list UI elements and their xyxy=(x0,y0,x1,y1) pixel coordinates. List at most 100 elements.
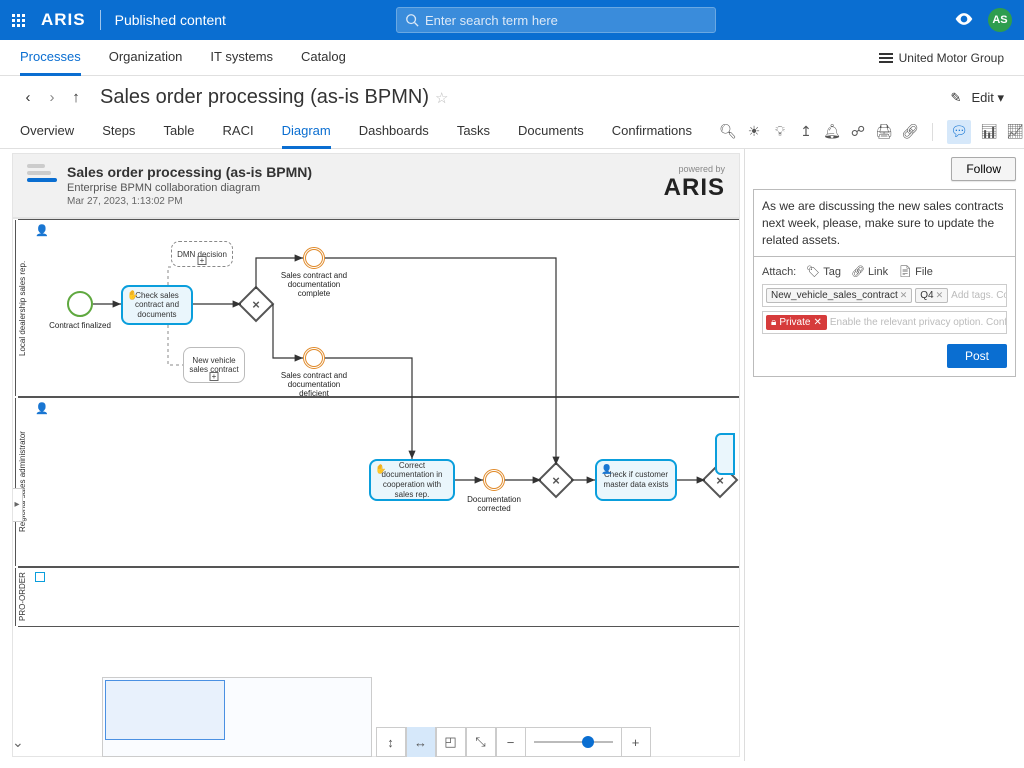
model-header: Sales order processing (as-is BPMN) Ente… xyxy=(12,153,740,218)
subtab-documents[interactable]: Documents xyxy=(518,115,584,149)
apps-icon[interactable] xyxy=(12,14,25,27)
divider xyxy=(100,10,101,30)
zoom-in-icon[interactable]: + xyxy=(621,727,651,757)
search-input[interactable] xyxy=(425,13,707,28)
avatar[interactable]: AS xyxy=(988,8,1012,32)
print-icon[interactable]: 🖨︎ xyxy=(876,124,892,140)
comments-panel: Follow As we are discussing the new sale… xyxy=(744,149,1024,761)
favorite-icon[interactable]: ☆ xyxy=(435,89,448,107)
overview-viewport[interactable] xyxy=(105,680,225,740)
tag-chip[interactable]: New_vehicle_sales_contract✕ xyxy=(766,288,912,303)
upload-icon[interactable]: ↥ xyxy=(798,124,814,140)
attach-label: Attach: xyxy=(762,266,796,278)
subtab-overview[interactable]: Overview xyxy=(20,115,74,149)
event-complete-label: Sales contract and documentation complet… xyxy=(277,271,351,299)
tag-input-row[interactable]: New_vehicle_sales_contract✕ Q4✕ Add tags… xyxy=(762,284,1007,307)
zoom-slider[interactable] xyxy=(526,741,621,743)
manual-icon: ✋ xyxy=(375,464,386,475)
tab-it-systems[interactable]: IT systems xyxy=(210,40,273,76)
subtab-table[interactable]: Table xyxy=(163,115,194,149)
remove-tag-icon[interactable]: ✕ xyxy=(900,290,908,301)
subtab-confirmations[interactable]: Confirmations xyxy=(612,115,692,149)
event-corrected[interactable] xyxy=(483,469,505,491)
attach-file[interactable]: 📄︎ File xyxy=(898,265,933,278)
zoom-fit-height-icon[interactable]: ↕ xyxy=(376,727,406,757)
model-overview[interactable] xyxy=(102,677,372,757)
subtab-steps[interactable]: Steps xyxy=(102,115,135,149)
person-icon: 👤 xyxy=(35,224,49,237)
share-icon[interactable]: 🔗︎ xyxy=(902,124,918,140)
zoom-original-icon[interactable]: ⤡ xyxy=(466,727,496,757)
event-deficient[interactable] xyxy=(303,347,325,369)
start-event[interactable] xyxy=(67,291,93,317)
zoom-fit-width-icon[interactable]: ↔ xyxy=(406,727,436,757)
database-label: United Motor Group xyxy=(899,51,1004,65)
find-icon[interactable]: 🔍︎ xyxy=(720,124,736,140)
comments-panel-icon[interactable]: 💬︎ xyxy=(947,120,971,144)
remove-privacy-icon[interactable]: ✕ xyxy=(813,317,821,328)
comment-textarea[interactable]: As we are discussing the new sales contr… xyxy=(753,189,1016,257)
privacy-input-row[interactable]: 🔒︎ Private ✕ Enable the relevant privacy… xyxy=(762,311,1007,334)
zoom-fit-icon[interactable]: ◰ xyxy=(436,727,466,757)
page-title: Sales order processing (as-is BPMN) xyxy=(100,86,429,109)
database-icon xyxy=(879,53,893,63)
zoom-out-icon[interactable]: − xyxy=(496,727,526,757)
nav-back-icon[interactable]: ‹ xyxy=(20,89,36,106)
model-type: Enterprise BPMN collaboration diagram xyxy=(67,182,312,194)
post-button[interactable]: Post xyxy=(947,344,1007,368)
task-correct-doc[interactable]: ✋Correct documentation in cooperation wi… xyxy=(369,459,455,501)
tab-organization[interactable]: Organization xyxy=(109,40,183,76)
event-corrected-label: Documentation corrected xyxy=(461,495,527,513)
privacy-chip[interactable]: 🔒︎ Private ✕ xyxy=(766,315,827,330)
lane-3-label: PRO-ORDER xyxy=(15,568,29,626)
database-selector[interactable]: United Motor Group xyxy=(879,51,1004,65)
powered-by-label: powered by xyxy=(664,164,725,174)
context-label[interactable]: Published content xyxy=(115,12,226,28)
follow-button[interactable]: Follow xyxy=(951,157,1016,181)
bell-icon[interactable]: 🔔︎ xyxy=(824,124,840,140)
tag-placeholder: Add tags. Confirm xyxy=(951,290,1007,301)
remove-tag-icon[interactable]: ✕ xyxy=(936,290,944,301)
powered-by-brand: ARIS xyxy=(664,174,725,202)
primary-nav: Processes Organization IT systems Catalo… xyxy=(0,40,1024,76)
collapse-overview-icon[interactable]: ⌄ xyxy=(12,734,24,751)
privacy-placeholder: Enable the relevant privacy option. Conf… xyxy=(830,317,1007,328)
subtab-dashboards[interactable]: Dashboards xyxy=(359,115,429,149)
brand-logo: ARIS xyxy=(41,10,86,30)
subprocess-dmn[interactable]: DMN decision+ xyxy=(171,241,233,267)
event-deficient-label: Sales contract and documentation deficie… xyxy=(277,371,351,399)
tab-catalog[interactable]: Catalog xyxy=(301,40,346,76)
edit-pencil-icon[interactable]: ✎ xyxy=(951,90,962,106)
start-event-label: Contract finalized xyxy=(47,321,113,330)
search-box[interactable] xyxy=(396,7,716,33)
nav-up-icon[interactable]: ↑ xyxy=(68,89,84,106)
model-date: Mar 27, 2023, 1:13:02 PM xyxy=(67,196,312,207)
highlight-icon[interactable]: ☀ xyxy=(746,124,762,140)
metrics-icon[interactable]: 📊︎ xyxy=(981,124,997,140)
subtab-tasks[interactable]: Tasks xyxy=(457,115,490,149)
bulb-icon[interactable]: 💡︎ xyxy=(772,124,788,140)
edit-dropdown[interactable]: Edit ▾ xyxy=(971,90,1004,106)
box-icon xyxy=(35,572,45,582)
lane-1-label: Local dealership sales rep. xyxy=(15,220,29,396)
lane-2-label: Regional sales administrator xyxy=(15,398,29,566)
expand-sidebar-handle[interactable]: ▸ xyxy=(12,488,23,522)
nav-forward-icon: › xyxy=(44,89,60,106)
event-complete[interactable] xyxy=(303,247,325,269)
chart-icon[interactable]: 📈︎ xyxy=(1007,124,1023,140)
attach-tag[interactable]: 🏷︎ Tag xyxy=(806,265,841,278)
view-mode-icon[interactable] xyxy=(954,12,974,29)
task-check-contract[interactable]: ✋Check sales contract and documents xyxy=(121,285,193,325)
hierarchy-icon[interactable]: ☍ xyxy=(850,124,866,140)
task-check-master-data[interactable]: 👤Check if customer master data exists xyxy=(595,459,677,501)
tab-processes[interactable]: Processes xyxy=(20,40,81,76)
subtab-diagram[interactable]: Diagram xyxy=(282,115,331,149)
attach-link[interactable]: 🔗︎ Link xyxy=(851,265,888,278)
toolbar-separator xyxy=(932,123,933,141)
subtab-raci[interactable]: RACI xyxy=(223,115,254,149)
person-icon: 👤 xyxy=(35,402,49,415)
tag-chip[interactable]: Q4✕ xyxy=(915,288,948,303)
task-partial[interactable] xyxy=(715,433,735,475)
manual-icon: ✋ xyxy=(127,290,138,301)
subprocess-new-vehicle[interactable]: New vehicle sales contract+ xyxy=(183,347,245,383)
